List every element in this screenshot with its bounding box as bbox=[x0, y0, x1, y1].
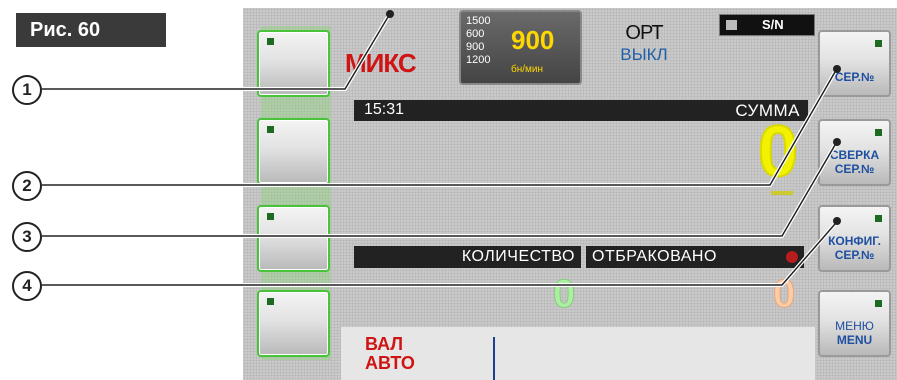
callout-1: 1 bbox=[12, 75, 42, 105]
leader-line-1 bbox=[42, 16, 389, 90]
leader-line-4 bbox=[42, 222, 837, 287]
leader-line-3 bbox=[42, 143, 837, 238]
callout-4: 4 bbox=[12, 271, 42, 301]
leader-dot-2 bbox=[833, 65, 841, 73]
leader-dot-1 bbox=[386, 10, 394, 18]
callout-leader-lines bbox=[42, 10, 841, 287]
callout-3: 3 bbox=[12, 222, 42, 252]
callout-2: 2 bbox=[12, 171, 42, 201]
leader-line-3 bbox=[42, 144, 836, 237]
leader-line-1 bbox=[42, 15, 390, 91]
leader-dot-3 bbox=[833, 138, 841, 146]
leader-line-4 bbox=[42, 223, 836, 286]
leader-dot-4 bbox=[833, 217, 841, 225]
